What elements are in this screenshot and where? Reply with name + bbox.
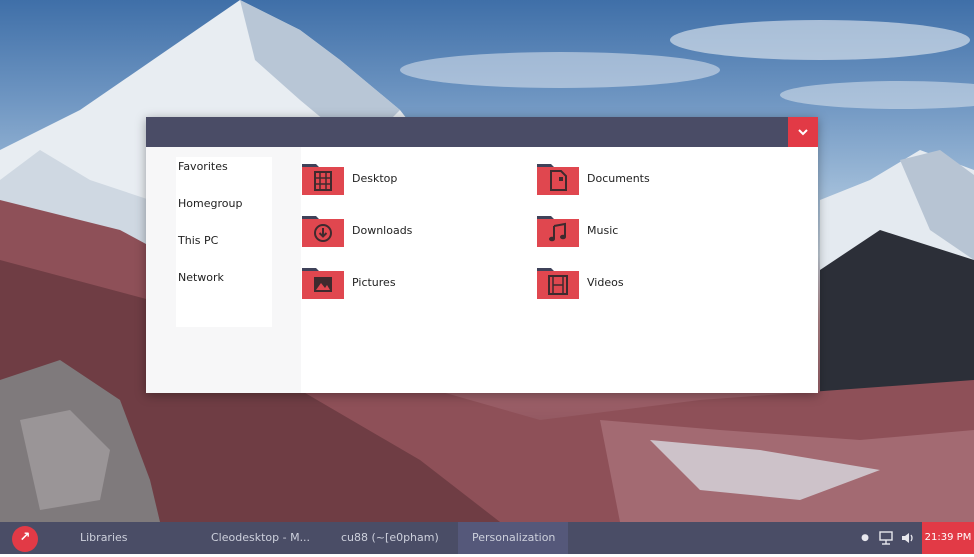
folder-label: Pictures xyxy=(352,276,396,289)
taskbar-item-personalization[interactable]: Personalization xyxy=(458,522,568,554)
downloads-folder-icon xyxy=(302,216,344,247)
folder-label: Documents xyxy=(587,172,650,185)
folder-desktop[interactable]: Desktop xyxy=(302,161,482,195)
taskbar-clock[interactable]: 21:39 PM xyxy=(922,522,974,554)
folder-grid: Desktop Documents Downloads Music Pictur… xyxy=(301,147,818,393)
chevron-down-icon xyxy=(798,129,808,136)
folder-label: Desktop xyxy=(352,172,398,185)
volume-icon[interactable] xyxy=(898,522,918,554)
folder-label: Videos xyxy=(587,276,624,289)
taskbar-item-cleodesktop[interactable]: Cleodesktop - M... xyxy=(200,522,310,554)
pictures-folder-icon xyxy=(302,268,344,299)
taskbar-item-terminal[interactable]: cu88 (~[e0pham)... xyxy=(330,522,440,554)
folder-music[interactable]: Music xyxy=(537,213,717,247)
sidebar-item-homegroup[interactable]: Homegroup xyxy=(178,197,242,210)
start-button[interactable]: ↗ xyxy=(12,526,38,552)
folder-pictures[interactable]: Pictures xyxy=(302,265,482,299)
videos-folder-icon xyxy=(537,268,579,299)
network-icon[interactable] xyxy=(876,522,896,554)
navigation-sidebar: Favorites Homegroup This PC Network xyxy=(146,147,301,393)
file-explorer-window: Favorites Homegroup This PC Network Desk… xyxy=(146,117,818,393)
folder-downloads[interactable]: Downloads xyxy=(302,213,482,247)
music-folder-icon xyxy=(537,216,579,247)
speaker-glyph xyxy=(902,533,913,543)
folder-label: Downloads xyxy=(352,224,413,237)
folder-videos[interactable]: Videos xyxy=(537,265,717,299)
desktop-folder-icon xyxy=(302,164,344,195)
folder-label: Music xyxy=(587,224,619,237)
folder-documents[interactable]: Documents xyxy=(537,161,717,195)
window-menu-button[interactable] xyxy=(788,117,818,147)
window-titlebar[interactable] xyxy=(146,117,818,147)
notification-dot-icon[interactable]: ● xyxy=(858,522,872,554)
taskbar-item-libraries[interactable]: Libraries xyxy=(80,522,180,554)
sidebar-item-this-pc[interactable]: This PC xyxy=(178,234,218,247)
sidebar-item-network[interactable]: Network xyxy=(178,271,224,284)
sidebar-item-favorites[interactable]: Favorites xyxy=(178,160,228,173)
start-logo-icon: ↗ xyxy=(19,530,31,545)
documents-folder-icon xyxy=(537,164,579,195)
network-glyph xyxy=(879,531,893,545)
